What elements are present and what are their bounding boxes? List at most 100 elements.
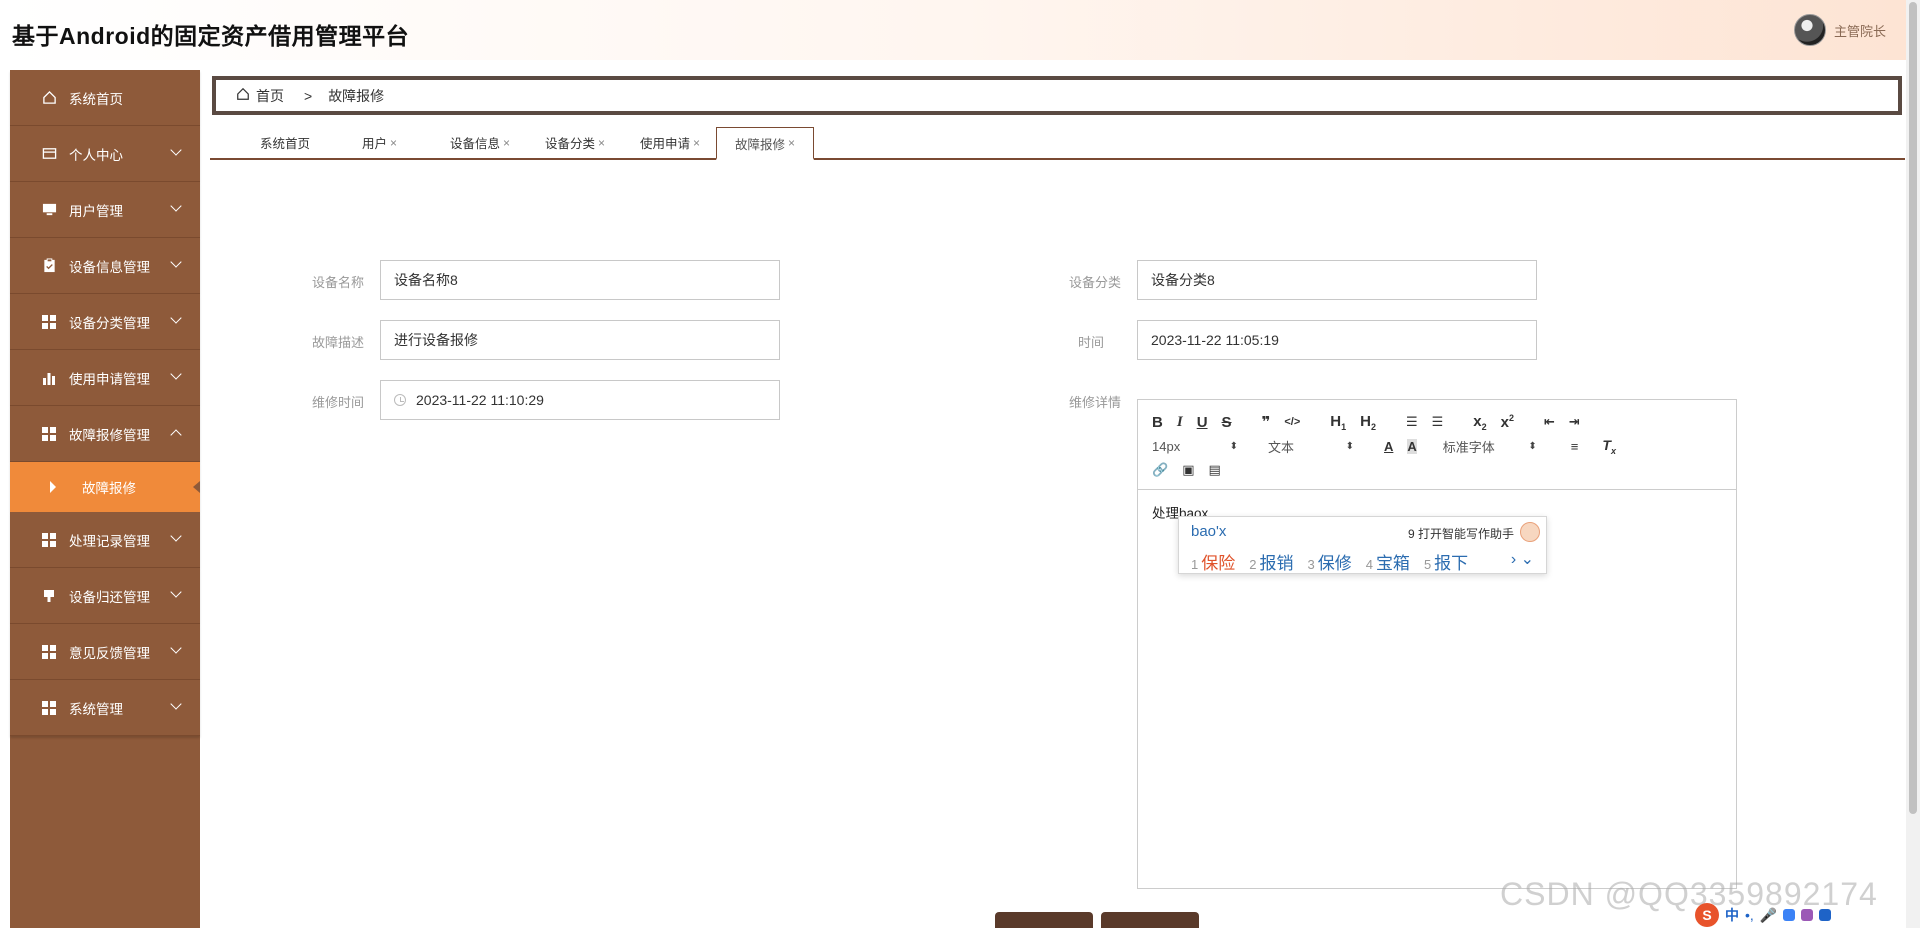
submit-button[interactable] [995,912,1093,928]
candidate-text: 保修 [1317,554,1352,573]
fault-desc-field[interactable]: 进行设备报修 [380,320,780,360]
candidate-text: 宝箱 [1375,554,1410,573]
breadcrumb-home[interactable]: 首页 [256,86,284,106]
chevron-down-icon [170,144,182,156]
indent-icon[interactable]: ⇥ [1569,414,1580,430]
heading1-icon[interactable]: H1 [1330,413,1346,432]
sidebar-item-usage-request[interactable]: 使用申请管理 [10,350,200,406]
page-scrollbar[interactable] [1906,0,1920,928]
font-size-value: 14px [1152,438,1181,454]
close-icon[interactable]: × [503,136,510,150]
device-category-label: 设备分类 [1068,275,1121,290]
close-icon[interactable]: × [788,136,795,150]
candidate-number: 2 [1249,557,1257,572]
code-icon[interactable]: </> [1284,416,1300,428]
ime-page-nav[interactable]: › ⌄ [1511,549,1534,569]
ime-candidate[interactable]: 4 宝箱 [1366,549,1410,574]
sidebar-subitem-fault-repair[interactable]: 故障报修 [10,462,200,512]
chevron-down-icon [170,312,182,324]
candidate-text: 报下 [1434,554,1469,573]
skin-icon[interactable] [1801,909,1814,921]
background-color-icon[interactable]: A [1407,438,1417,454]
user-name[interactable]: 主管院长 [1834,21,1886,40]
ime-candidate[interactable]: 1 保险 [1191,549,1235,574]
link-icon[interactable]: 🔗 [1152,462,1168,478]
font-color-icon[interactable]: A [1384,439,1393,454]
tab-device-category[interactable]: 设备分类 × [545,127,605,158]
sidebar-item-fault-repair-mgmt[interactable]: 故障报修管理 [10,406,200,462]
font-family-select[interactable]: 标准字体 ⬍ [1443,437,1537,456]
device-category-field[interactable]: 设备分类8 [1137,260,1537,300]
candidate-number: 3 [1307,557,1315,572]
sidebar-item-feedback[interactable]: 意见反馈管理 [10,624,200,680]
chevron-down-icon [170,586,182,598]
cancel-button[interactable] [1101,912,1199,928]
bar-chart-icon [41,370,57,386]
block-type-select[interactable]: 文本 ⬍ [1268,437,1354,456]
ordered-list-icon[interactable]: ☰ [1406,414,1418,430]
close-icon[interactable]: × [598,136,605,150]
sidebar-item-profile[interactable]: 个人中心 [10,126,200,182]
sidebar-item-device-info[interactable]: 设备信息管理 [10,238,200,294]
editor-text: 处理 [1152,506,1179,521]
keyboard-icon[interactable] [1783,909,1796,921]
align-icon[interactable]: ≡ [1571,439,1579,454]
bullet-list-icon[interactable]: ☰ [1432,414,1444,430]
punctuation-icon[interactable]: •, [1745,907,1754,923]
clear-format-icon[interactable]: Tx [1602,437,1616,456]
subscript-icon[interactable]: x2 [1473,413,1486,432]
image-icon[interactable]: ▣ [1182,462,1194,478]
underline-icon[interactable]: U [1197,414,1208,431]
repair-time-picker[interactable]: 2023-11-22 11:10:29 [380,380,780,420]
toolbox-icon[interactable] [1819,909,1832,921]
candidate-number: 4 [1365,557,1373,572]
device-name-field[interactable]: 设备名称8 [380,260,780,300]
tab-label: 使用申请 [640,137,691,151]
sogou-icon[interactable]: S [1695,903,1719,927]
user-menu[interactable]: 主管院长 [1793,14,1886,46]
superscript-icon[interactable]: x2 [1501,413,1514,431]
microphone-icon[interactable]: 🎤 [1760,907,1777,924]
bold-icon[interactable]: B [1152,414,1163,431]
home-icon [41,90,57,106]
ime-assistant-hint[interactable]: 9 打开智能写作助手 [1408,525,1514,542]
ime-candidate[interactable]: 5 报下 [1424,549,1468,574]
home-icon[interactable] [236,87,250,104]
sidebar-item-users[interactable]: 用户管理 [10,182,200,238]
ime-assistant-icon[interactable] [1520,522,1540,542]
active-indicator [193,481,200,493]
sidebar-item-device-return[interactable]: 设备归还管理 [10,568,200,624]
tab-device-info[interactable]: 设备信息 × [450,127,510,158]
sidebar-item-device-category[interactable]: 设备分类管理 [10,294,200,350]
close-icon[interactable]: × [693,136,700,150]
avatar[interactable] [1793,14,1826,46]
repair-detail-editor[interactable]: B I U S ❞ </> H1 H2 ☰ ☰ x2 x2 ⇤ ⇥ 14px ⬍ … [1137,399,1737,889]
scrollbar-thumb[interactable] [1909,2,1917,814]
strikethrough-icon[interactable]: S [1222,414,1232,431]
repair-time-value: 2023-11-22 11:10:29 [416,392,544,408]
outdent-icon[interactable]: ⇤ [1544,414,1555,430]
font-size-select[interactable]: 14px ⬍ [1152,439,1238,454]
italic-icon[interactable]: I [1177,414,1183,431]
heading2-icon[interactable]: H2 [1360,413,1376,432]
ime-candidates: 1 保险 2 报销 3 保修 4 宝箱 5 报下 [1191,549,1468,574]
quote-icon[interactable]: ❞ [1262,413,1271,431]
clock-icon [394,394,406,406]
tab-fault-repair[interactable]: 故障报修 × [716,127,815,160]
ime-lang-toggle[interactable]: 中 [1725,905,1739,925]
tab-users[interactable]: 用户 × [362,127,397,158]
sidebar-item-processing-records[interactable]: 处理记录管理 [10,512,200,568]
chevron-down-icon [170,642,182,654]
close-icon[interactable]: × [390,136,397,150]
ime-candidate[interactable]: 2 报销 [1249,549,1293,574]
time-field[interactable]: 2023-11-22 11:05:19 [1137,320,1537,360]
video-icon[interactable]: ▤ [1208,462,1220,478]
repair-time-label: 维修时间 [311,395,364,410]
tab-usage-request[interactable]: 使用申请 × [640,127,700,158]
ime-candidate[interactable]: 3 保修 [1307,549,1351,574]
sidebar-item-label: 设备分类管理 [69,315,150,331]
sidebar-item-system[interactable]: 系统管理 [10,680,200,736]
sidebar-item-home[interactable]: 系统首页 [10,70,200,126]
ime-candidate-popup: bao'x 9 打开智能写作助手 1 保险 2 报销 3 保修 4 宝箱 5 报下 › ⌄ [1178,516,1547,574]
tab-system-home[interactable]: 系统首页 [260,127,310,158]
